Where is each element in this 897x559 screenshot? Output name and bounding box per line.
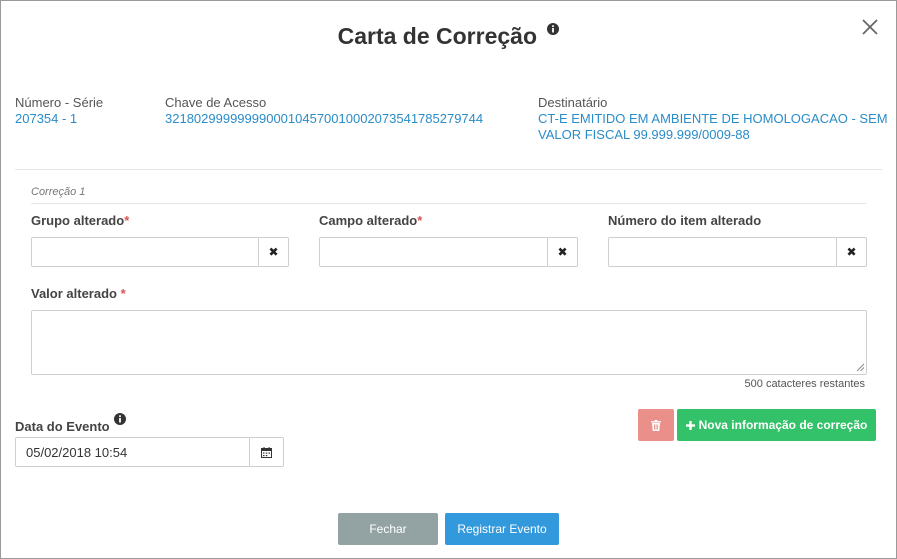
numero-serie-label: Número - Série bbox=[15, 95, 104, 110]
resize-grip-icon[interactable] bbox=[856, 363, 865, 372]
register-event-button[interactable]: Registrar Evento bbox=[445, 513, 559, 545]
data-evento-group bbox=[15, 437, 284, 467]
campo-alterado-input[interactable] bbox=[320, 238, 547, 266]
grupo-alterado-group: ✖ bbox=[31, 237, 289, 267]
chave-acesso-value[interactable]: 3218029999999900010457001000207354178527… bbox=[165, 111, 483, 127]
numero-item-clear-button[interactable]: ✖ bbox=[836, 238, 866, 266]
chave-acesso-field: Chave de Acesso 321802999999990001045700… bbox=[165, 95, 483, 127]
grupo-alterado-label-text: Grupo alterado bbox=[31, 213, 125, 228]
info-icon[interactable] bbox=[547, 23, 560, 35]
campo-alterado-group: ✖ bbox=[319, 237, 578, 267]
numero-item-label: Número do item alterado bbox=[608, 213, 762, 228]
correction-legend: Correção 1 bbox=[31, 186, 86, 198]
data-evento-label: Data do Evento bbox=[15, 413, 127, 434]
info-icon[interactable] bbox=[114, 413, 127, 425]
close-icon[interactable] bbox=[860, 17, 880, 37]
new-correction-button[interactable]: Nova informação de correção bbox=[677, 409, 876, 441]
destinatario-label: Destinatário bbox=[538, 95, 608, 110]
calendar-icon bbox=[261, 446, 272, 458]
required-mark: * bbox=[124, 213, 130, 228]
calendar-button[interactable] bbox=[249, 438, 283, 466]
trash-icon bbox=[651, 419, 661, 431]
chave-acesso-label: Chave de Acesso bbox=[165, 95, 267, 110]
correction-divider bbox=[31, 203, 866, 204]
valor-alterado-label-text: Valor alterado bbox=[31, 286, 117, 301]
numero-item-input[interactable] bbox=[609, 238, 836, 266]
valor-alterado-textarea[interactable] bbox=[31, 310, 867, 375]
data-evento-input[interactable] bbox=[16, 438, 249, 466]
new-correction-label: Nova informação de correção bbox=[698, 418, 868, 432]
grupo-alterado-label: Grupo alterado* bbox=[31, 213, 129, 228]
correction-letter-modal: Carta de Correção Número - Série 207354 … bbox=[0, 0, 897, 559]
destinatario-value-line1[interactable]: CT-E EMITIDO EM AMBIENTE DE HOMOLOGACAO … bbox=[538, 111, 888, 127]
destinatario-value-line2[interactable]: VALOR FISCAL 99.999.999/0009-88 bbox=[538, 127, 888, 143]
clear-icon: ✖ bbox=[846, 245, 857, 259]
modal-title-text: Carta de Correção bbox=[337, 23, 538, 49]
delete-correction-button[interactable] bbox=[638, 409, 674, 441]
plus-icon bbox=[685, 420, 695, 430]
numero-serie-field: Número - Série 207354 - 1 bbox=[15, 95, 103, 127]
destinatario-field: Destinatário CT-E EMITIDO EM AMBIENTE DE… bbox=[538, 95, 888, 143]
grupo-alterado-clear-button[interactable]: ✖ bbox=[258, 238, 288, 266]
header-divider bbox=[15, 169, 882, 170]
data-evento-label-text: Data do Evento bbox=[15, 419, 110, 434]
campo-alterado-label: Campo alterado* bbox=[319, 213, 422, 228]
required-mark: * bbox=[417, 213, 423, 228]
campo-alterado-clear-button[interactable]: ✖ bbox=[547, 238, 577, 266]
numero-item-group: ✖ bbox=[608, 237, 867, 267]
campo-alterado-label-text: Campo alterado bbox=[319, 213, 418, 228]
close-button[interactable]: Fechar bbox=[338, 513, 438, 545]
grupo-alterado-input[interactable] bbox=[32, 238, 258, 266]
numero-serie-value[interactable]: 207354 - 1 bbox=[15, 111, 103, 127]
required-mark: * bbox=[120, 286, 126, 301]
clear-icon: ✖ bbox=[557, 245, 568, 259]
valor-alterado-label: Valor alterado * bbox=[31, 286, 126, 301]
clear-icon: ✖ bbox=[268, 245, 279, 259]
char-count: 500 catacteres restantes bbox=[744, 378, 865, 390]
modal-title: Carta de Correção bbox=[1, 23, 896, 50]
